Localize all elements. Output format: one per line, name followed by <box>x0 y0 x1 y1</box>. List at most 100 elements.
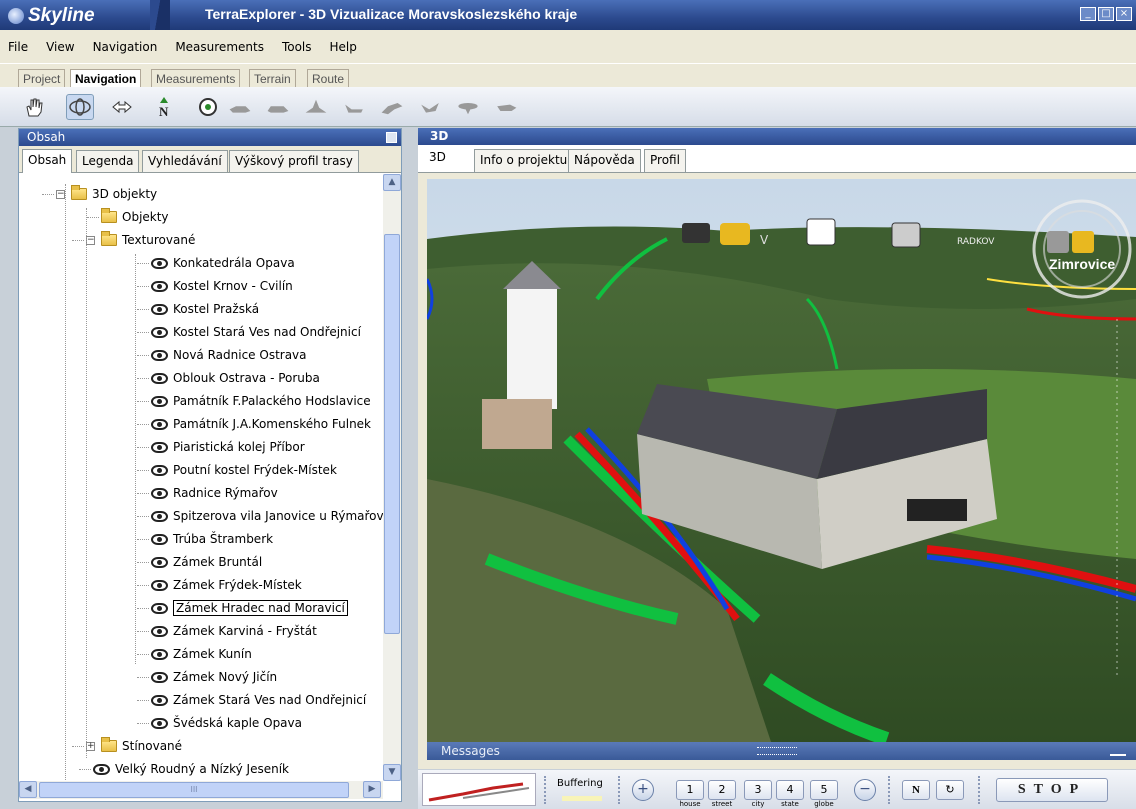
hand-icon[interactable] <box>20 94 48 120</box>
tree-vertical-scrollbar[interactable]: ▲ ▼ <box>383 174 401 781</box>
zoom-level-1-button[interactable]: 1 <box>676 780 704 800</box>
tree-item[interactable]: Konkatedrála Opava <box>151 253 295 273</box>
tab-info-o-projektu[interactable]: Info o projektu <box>474 149 574 172</box>
tree-item[interactable]: − Texturované <box>86 230 195 250</box>
tree-item[interactable]: Zámek Bruntál <box>151 552 262 572</box>
zoom-in-button[interactable]: + <box>632 779 654 801</box>
zoom-level-5-label: globe <box>814 800 834 808</box>
tab-legenda[interactable]: Legenda <box>76 150 140 172</box>
eye-icon <box>151 717 168 729</box>
tree-item[interactable]: Památník J.A.Komenského Fulnek <box>151 414 371 434</box>
tab-vyhledavani[interactable]: Vyhledávání <box>142 150 228 172</box>
window-title: TerraExplorer - 3D Vizualizace Moravskos… <box>205 6 578 22</box>
scroll-left-icon[interactable]: ◀ <box>19 781 37 798</box>
menu-view[interactable]: View <box>46 40 74 54</box>
tab-obsah[interactable]: Obsah <box>22 149 73 173</box>
target-icon[interactable] <box>194 94 222 120</box>
scrollbar-thumb[interactable] <box>384 234 400 634</box>
tree-item[interactable]: Nová Radnice Ostrava <box>151 345 307 365</box>
scroll-right-icon[interactable]: ▶ <box>363 781 381 798</box>
tree-item[interactable]: Poutní kostel Frýdek-Místek <box>151 460 337 480</box>
eye-icon <box>151 395 168 407</box>
ufo-icon <box>454 94 482 120</box>
maximize-icon[interactable]: □ <box>1098 7 1114 21</box>
tab-terrain[interactable]: Terrain <box>249 69 296 88</box>
scroll-up-icon[interactable]: ▲ <box>383 174 401 191</box>
tab-vyskovy-profil[interactable]: Výškový profil trasy <box>229 150 359 172</box>
zoom-level-3-button[interactable]: 3 <box>744 780 772 800</box>
expand-icon[interactable]: + <box>86 741 95 751</box>
tree-item[interactable]: Zámek Stará Ves nad Ondřejnicí <box>151 690 366 710</box>
zoom-level-2-button[interactable]: 2 <box>708 780 736 800</box>
rotate-icon[interactable]: ↻ <box>936 780 964 800</box>
buffering-progress <box>562 796 602 801</box>
map-marker[interactable] <box>720 223 750 245</box>
pin-icon[interactable] <box>1110 746 1126 756</box>
plane-icon <box>378 94 406 120</box>
tree-item[interactable]: Památník F.Palackého Hodslavice <box>151 391 371 411</box>
tree-item[interactable]: Radnice Rýmařov <box>151 483 278 503</box>
view-panel-header: 3D <box>418 128 1136 145</box>
tree-horizontal-scrollbar[interactable]: ◀ III ▶ <box>19 781 383 799</box>
collapse-icon[interactable]: − <box>56 189 65 199</box>
north-icon[interactable]: N <box>150 94 178 120</box>
tree-item[interactable]: Zámek Karviná - Fryštát <box>151 621 317 641</box>
tab-project[interactable]: Project <box>18 69 66 88</box>
tree-item-label: Zámek Karviná - Fryštát <box>173 624 317 638</box>
zoom-level-5-button[interactable]: 5 <box>810 780 838 800</box>
tab-3d[interactable]: 3D <box>424 147 451 170</box>
tree-item[interactable]: Velký Roudný a Nízký Jeseník <box>93 759 289 779</box>
minimize-icon[interactable]: _ <box>1080 7 1096 21</box>
tree-item-label: Kostel Stará Ves nad Ondřejnicí <box>173 325 361 339</box>
tree-item[interactable]: Zámek Hradec nad Moravicí <box>151 598 348 618</box>
stop-button[interactable]: STOP <box>996 778 1108 802</box>
close-icon[interactable]: × <box>1116 7 1132 21</box>
eye-icon <box>151 349 168 361</box>
view-panel: 3D 3D Info o projektu Nápověda Profil V … <box>418 128 1136 769</box>
menu-tools[interactable]: Tools <box>282 40 312 54</box>
hscrollbar-thumb[interactable]: III <box>39 782 349 798</box>
view-tabs: 3D Info o projektu Nápověda Profil <box>418 145 1136 173</box>
tree-item[interactable]: Kostel Krnov - Cvilín <box>151 276 293 296</box>
eye-icon <box>151 418 168 430</box>
minimap[interactable] <box>422 773 536 806</box>
poi-icon[interactable] <box>806 218 836 246</box>
tree-item[interactable]: Piaristická kolej Příbor <box>151 437 305 457</box>
tab-napoveda[interactable]: Nápověda <box>568 149 641 172</box>
3d-viewport[interactable]: V RADKOV Zimrovice Messages <box>427 179 1136 760</box>
tree-item[interactable]: + Stínované <box>86 736 182 756</box>
tree-item[interactable]: Kostel Stará Ves nad Ondřejnicí <box>151 322 361 342</box>
tab-navigation[interactable]: Navigation <box>70 69 142 88</box>
scroll-down-icon[interactable]: ▼ <box>383 764 401 781</box>
menu-file[interactable]: File <box>8 40 28 54</box>
tree-item-label: Zámek Stará Ves nad Ondřejnicí <box>173 693 367 707</box>
folder-icon <box>101 208 117 223</box>
train-icon[interactable] <box>891 222 921 248</box>
tree-item[interactable]: − 3D objekty <box>56 184 157 204</box>
tree-item[interactable]: Zámek Frýdek-Místek <box>151 575 302 595</box>
messages-bar[interactable]: Messages <box>427 742 1136 760</box>
swap-icon[interactable] <box>108 94 136 120</box>
tree-item[interactable]: Oblouk Ostrava - Poruba <box>151 368 320 388</box>
menu-navigation[interactable]: Navigation <box>93 40 158 54</box>
tree-item[interactable]: Spitzerova vila Janovice u Rýmařova <box>151 506 383 526</box>
tab-route[interactable]: Route <box>307 69 350 88</box>
tab-profil[interactable]: Profil <box>644 149 686 172</box>
panel-minimize-icon[interactable] <box>386 132 397 143</box>
tree-item[interactable]: Objekty <box>101 207 169 227</box>
menu-measurements[interactable]: Measurements <box>175 40 264 54</box>
collapse-icon[interactable]: − <box>86 235 95 245</box>
orbit-icon[interactable] <box>66 94 94 120</box>
tab-measurements[interactable]: Measurements <box>151 69 241 88</box>
eye-icon <box>151 533 168 545</box>
menu-help[interactable]: Help <box>330 40 357 54</box>
tree-item[interactable]: Trúba Štramberk <box>151 529 273 549</box>
zoom-out-button[interactable]: − <box>854 779 876 801</box>
resize-grip-icon[interactable] <box>757 747 797 755</box>
zoom-level-4-button[interactable]: 4 <box>776 780 804 800</box>
tree-item[interactable]: Zámek Nový Jičín <box>151 667 277 687</box>
tree-item[interactable]: Švédská kaple Opava <box>151 713 302 733</box>
tree-item[interactable]: Zámek Kunín <box>151 644 252 664</box>
tree-item[interactable]: Kostel Pražská <box>151 299 259 319</box>
north-up-icon[interactable]: N <box>902 780 930 800</box>
